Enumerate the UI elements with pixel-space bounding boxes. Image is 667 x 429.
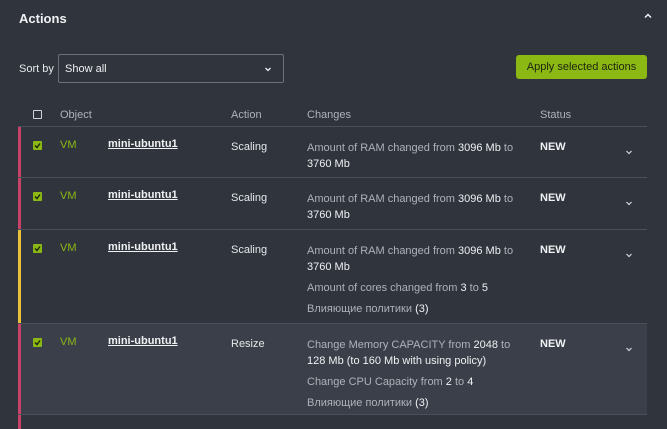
status-badge: NEW [540,244,566,256]
object-type: VM [60,242,77,254]
chevron-down-icon[interactable] [624,344,634,354]
row-checkbox[interactable] [33,141,42,150]
changes-text: Amount of RAM changed from 3096 Mb to 37… [307,193,514,221]
changes-text: Change Memory CAPACITY from 2048 to 128 … [307,339,511,409]
chevron-down-icon[interactable] [624,147,634,157]
column-changes: Changes [307,109,352,121]
select-all-checkbox[interactable] [33,110,42,119]
severity-bar [18,127,21,177]
vm-name-link[interactable]: mini-ubuntu1 [108,335,178,347]
chevron-up-icon[interactable] [641,9,655,23]
panel-header[interactable]: Actions [0,0,667,36]
action-type: Scaling [231,192,268,204]
vm-name-link[interactable]: mini-ubuntu1 [108,189,178,201]
column-object: Object [60,109,92,121]
actions-panel: Actions Sort by Show all Apply selected … [0,0,667,429]
chevron-down-icon [265,67,271,72]
table-row[interactable]: VM mini-ubuntu1 Resize Change Memory CAP… [18,324,647,415]
severity-bar [18,415,21,429]
table-header: Object Action Changes Status [18,104,647,127]
column-action: Action [231,109,262,121]
status-badge: NEW [540,338,566,350]
sort-select-value: Show all [65,63,107,75]
row-checkbox[interactable] [33,244,42,253]
table-row[interactable]: VM mini-ubuntu1 Scaling Amount of RAM ch… [18,178,647,230]
row-checkbox[interactable] [33,338,42,347]
chevron-down-icon[interactable] [624,198,634,208]
row-checkbox[interactable] [33,192,42,201]
severity-bar [18,324,21,414]
column-status: Status [540,109,572,121]
chevron-down-icon[interactable] [624,250,634,260]
severity-bar [18,178,21,229]
object-type: VM [60,336,77,348]
changes-text: Amount of RAM changed from 3096 Mb to 37… [307,142,514,170]
severity-bar [18,230,21,323]
apply-selected-actions-button[interactable]: Apply selected actions [516,55,647,79]
table-row[interactable]: VM mini-ubuntu1 Scaling Amount of RAM ch… [18,230,647,324]
panel-title: Actions [19,11,67,26]
action-type: Resize [231,338,265,350]
action-type: Scaling [231,244,268,256]
object-type: VM [60,190,77,202]
changes-text: Amount of RAM changed from 3096 Mb to 37… [307,245,514,315]
object-type: VM [60,139,77,151]
vm-name-link[interactable]: mini-ubuntu1 [108,138,178,150]
status-badge: NEW [540,192,566,204]
action-type: Scaling [231,141,268,153]
vm-name-link[interactable]: mini-ubuntu1 [108,241,178,253]
table-row[interactable]: VM mini-ubuntu1 Scaling Amount of RAM ch… [18,127,647,178]
sort-label: Sort by [19,63,54,75]
status-badge: NEW [540,141,566,153]
sort-select[interactable]: Show all [58,54,284,83]
